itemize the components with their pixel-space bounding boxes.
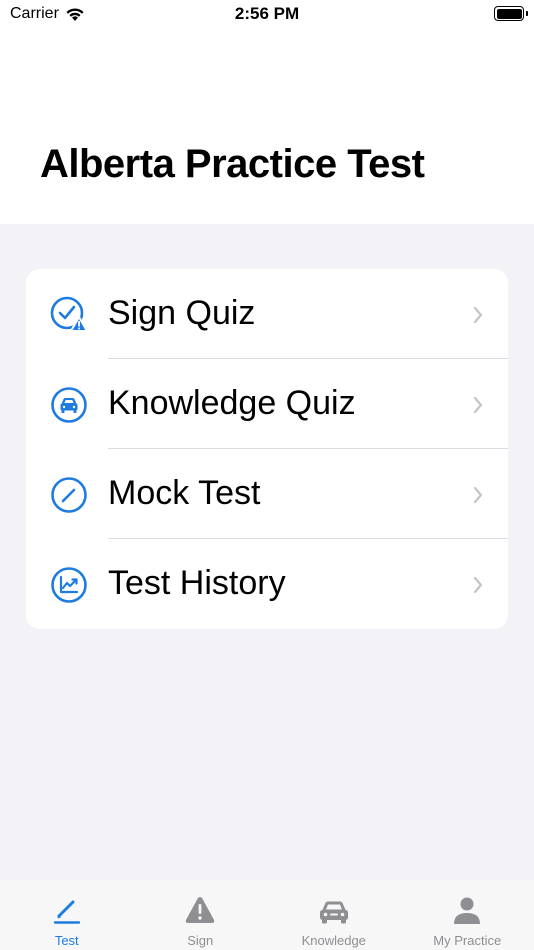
tab-test[interactable]: Test — [0, 880, 134, 950]
pencil-icon — [51, 477, 87, 513]
chevron-right-icon — [473, 306, 483, 324]
tab-label: Test — [54, 933, 79, 948]
page-title: Alberta Practice Test — [40, 142, 425, 186]
chevron-right-icon — [473, 396, 483, 414]
chart-icon — [51, 567, 87, 603]
menu-item-label: Mock Test — [108, 474, 261, 512]
car-icon — [319, 901, 348, 924]
battery-icon — [494, 6, 524, 21]
status-time: 2:56 PM — [234, 4, 300, 23]
tab-sign[interactable]: Sign — [134, 880, 268, 950]
chevron-right-icon — [473, 576, 483, 594]
tab-label: My Practice — [433, 933, 502, 948]
menu-item-mock-test[interactable]: Mock Test — [26, 449, 508, 539]
person-icon — [454, 897, 481, 924]
tab-label: Knowledge — [301, 933, 366, 948]
tab-my-practice[interactable]: My Practice — [401, 880, 534, 950]
menu-list: Sign Quiz Knowledge Quiz Mock Test Test … — [26, 269, 508, 629]
tab-label: Sign — [187, 933, 214, 948]
menu-item-knowledge-quiz[interactable]: Knowledge Quiz — [26, 359, 508, 449]
app-screen: Carrier 2:56 PM Alberta Practice Test Si… — [0, 0, 534, 950]
status-bar: Carrier 2:56 PM — [0, 0, 534, 30]
menu-item-label: Sign Quiz — [108, 294, 256, 332]
menu-item-test-history[interactable]: Test History — [26, 539, 508, 629]
menu-item-sign-quiz[interactable]: Sign Quiz — [26, 269, 508, 359]
menu-item-label: Knowledge Quiz — [108, 384, 356, 422]
battery-tip — [526, 11, 528, 16]
car-icon — [51, 387, 87, 423]
chevron-right-icon — [473, 486, 483, 504]
check-warning-icon — [50, 296, 88, 332]
header: Alberta Practice Test — [0, 30, 534, 224]
menu-item-label: Test History — [108, 564, 286, 602]
tab-knowledge[interactable]: Knowledge — [267, 880, 401, 950]
tab-bar: Test Sign Knowledge My Practice — [0, 880, 534, 950]
pencil-icon — [53, 900, 80, 924]
warning-icon — [186, 897, 215, 923]
